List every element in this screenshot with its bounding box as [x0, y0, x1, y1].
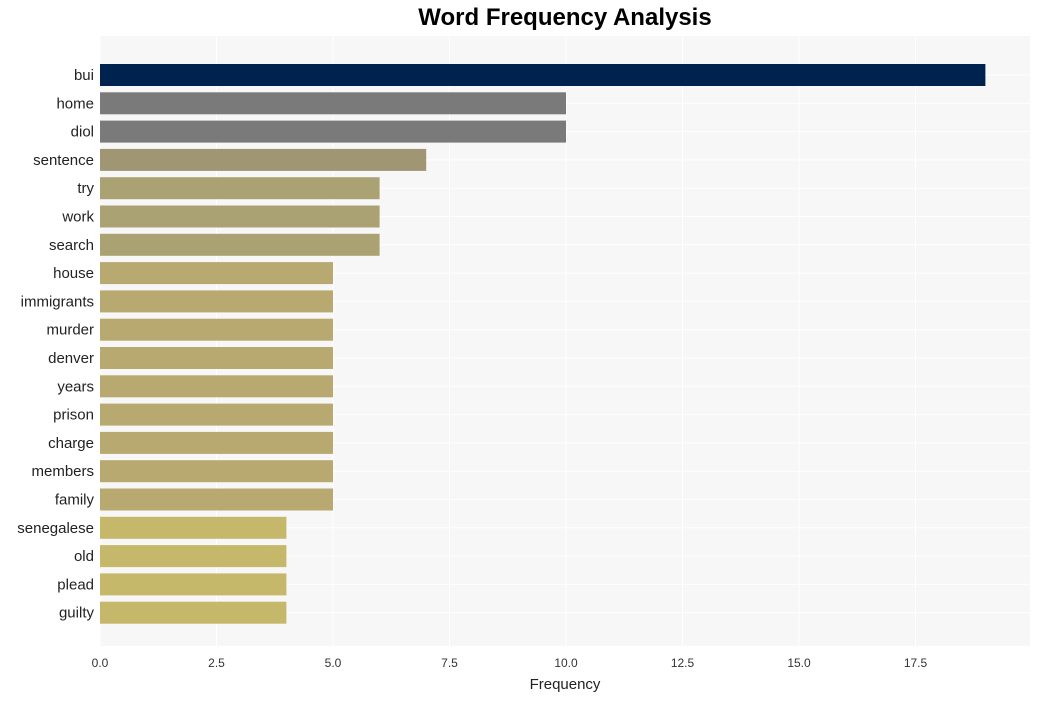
- bar-house: [100, 262, 333, 285]
- bar-search: [100, 233, 380, 256]
- category-label: prison: [53, 407, 94, 424]
- bar-family: [100, 488, 333, 511]
- bar-sentence: [100, 148, 427, 171]
- bar-chart: bui home diol sentence try work search house imm…: [17, 36, 1030, 693]
- category-label: immigrants: [21, 293, 94, 310]
- x-tick-label: 2.5: [208, 656, 225, 670]
- category-label: murder: [46, 322, 94, 339]
- category-label: try: [77, 180, 94, 197]
- category-label: members: [31, 463, 94, 480]
- category-label: guilty: [59, 605, 95, 622]
- category-label: family: [55, 492, 95, 509]
- bar-denver: [100, 347, 333, 369]
- category-label: old: [74, 548, 94, 565]
- category-label: denver: [48, 350, 94, 367]
- bar-plead: [100, 573, 287, 596]
- category-label: sentence: [33, 152, 94, 169]
- category-label: years: [57, 378, 94, 395]
- category-label: diol: [71, 124, 94, 141]
- category-label: charge: [48, 435, 94, 452]
- x-tick-labels: 0.0 2.5 5.0 7.5 10.0 12.5 15.0 17.5: [92, 656, 928, 670]
- bar-murder: [100, 318, 333, 341]
- x-tick-label: 10.0: [554, 656, 578, 670]
- category-label: work: [61, 209, 94, 226]
- bar-try: [100, 177, 380, 200]
- bar-members: [100, 460, 333, 483]
- bar-immigrants: [100, 290, 333, 313]
- category-label: house: [53, 265, 94, 282]
- x-tick-label: 17.5: [904, 656, 928, 670]
- x-tick-label: 0.0: [92, 656, 109, 670]
- category-label: search: [49, 237, 94, 254]
- bar-old: [100, 545, 287, 568]
- x-tick-label: 5.0: [325, 656, 342, 670]
- bar-senegalese: [100, 516, 287, 539]
- bar-work: [100, 205, 380, 228]
- category-label: home: [56, 95, 94, 112]
- bar-guilty: [100, 601, 287, 624]
- bar-charge: [100, 431, 333, 454]
- bar-years: [100, 375, 333, 398]
- x-tick-label: 7.5: [441, 656, 458, 670]
- category-label: plead: [57, 576, 94, 593]
- bar-home: [100, 92, 566, 115]
- bar-bui: [100, 64, 986, 86]
- x-axis-title: Frequency: [530, 676, 601, 693]
- bar-prison: [100, 403, 333, 426]
- x-tick-label: 15.0: [787, 656, 811, 670]
- x-tick-label: 12.5: [671, 656, 695, 670]
- category-label: senegalese: [17, 520, 94, 537]
- bar-diol: [100, 120, 566, 143]
- category-label: bui: [74, 67, 94, 84]
- category-labels: bui home diol sentence try work search house imm…: [17, 67, 94, 622]
